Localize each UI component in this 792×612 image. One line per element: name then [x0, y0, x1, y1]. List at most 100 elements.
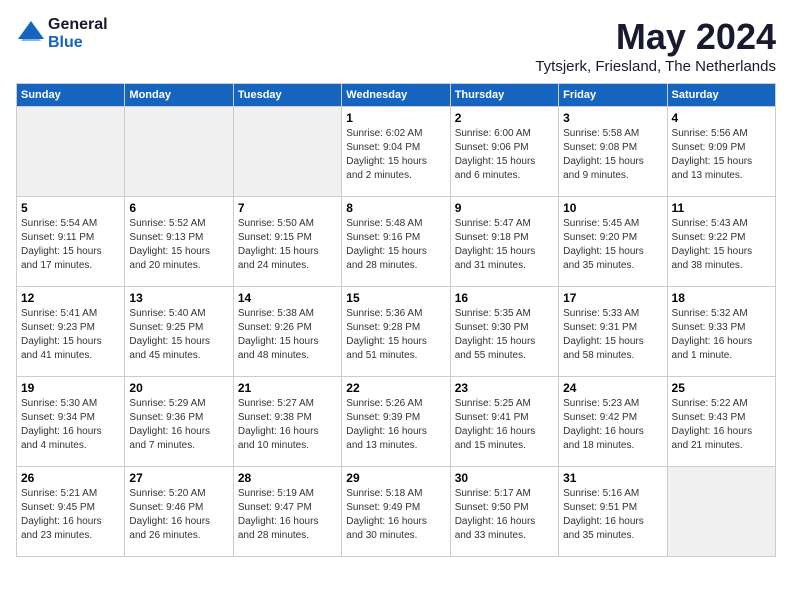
cell-info: Sunrise: 5:32 AMSunset: 9:33 PMDaylight:…	[672, 307, 771, 363]
calendar-cell: 12 Sunrise: 5:41 AMSunset: 9:23 PMDayligh…	[17, 287, 125, 377]
cell-info: Sunrise: 5:26 AMSunset: 9:39 PMDaylight:…	[346, 397, 445, 453]
week-row-1: 1 Sunrise: 6:02 AMSunset: 9:04 PMDaylight…	[17, 107, 776, 197]
day-number: 25	[672, 381, 771, 395]
col-friday: Friday	[559, 84, 667, 107]
day-number: 26	[21, 471, 120, 485]
calendar-cell: 3 Sunrise: 5:58 AMSunset: 9:08 PMDaylight…	[559, 107, 667, 197]
cell-info: Sunrise: 5:54 AMSunset: 9:11 PMDaylight:…	[21, 217, 120, 273]
calendar-cell: 9 Sunrise: 5:47 AMSunset: 9:18 PMDaylight…	[450, 197, 558, 287]
cell-info: Sunrise: 5:45 AMSunset: 9:20 PMDaylight:…	[563, 217, 662, 273]
day-number: 4	[672, 111, 771, 125]
cell-info: Sunrise: 5:43 AMSunset: 9:22 PMDaylight:…	[672, 217, 771, 273]
title-block: May 2024 Tytsjerk, Friesland, The Nether…	[535, 16, 776, 75]
cell-info: Sunrise: 5:35 AMSunset: 9:30 PMDaylight:…	[455, 307, 554, 363]
cell-info: Sunrise: 5:25 AMSunset: 9:41 PMDaylight:…	[455, 397, 554, 453]
calendar-cell: 23 Sunrise: 5:25 AMSunset: 9:41 PMDayligh…	[450, 377, 558, 467]
cell-info: Sunrise: 5:36 AMSunset: 9:28 PMDaylight:…	[346, 307, 445, 363]
calendar-cell: 1 Sunrise: 6:02 AMSunset: 9:04 PMDaylight…	[342, 107, 450, 197]
calendar-cell: 13 Sunrise: 5:40 AMSunset: 9:25 PMDayligh…	[125, 287, 233, 377]
calendar-cell: 7Sunrise: 5:50 AMSunset: 9:15 PMDaylight…	[233, 197, 341, 287]
calendar-cell: 15 Sunrise: 5:36 AMSunset: 9:28 PMDayligh…	[342, 287, 450, 377]
day-number: 3	[563, 111, 662, 125]
calendar-cell: 5Sunrise: 5:54 AMSunset: 9:11 PMDaylight…	[17, 197, 125, 287]
calendar-cell: 29Sunrise: 5:18 AMSunset: 9:49 PMDayligh…	[342, 467, 450, 557]
calendar-cell: 17 Sunrise: 5:33 AMSunset: 9:31 PMDayligh…	[559, 287, 667, 377]
day-number: 18	[672, 291, 771, 305]
calendar-cell: 16Sunrise: 5:35 AMSunset: 9:30 PMDayligh…	[450, 287, 558, 377]
day-number: 24	[563, 381, 662, 395]
calendar-cell: 8Sunrise: 5:48 AMSunset: 9:16 PMDaylight…	[342, 197, 450, 287]
calendar-cell: 19Sunrise: 5:30 AMSunset: 9:34 PMDayligh…	[17, 377, 125, 467]
week-row-4: 19Sunrise: 5:30 AMSunset: 9:34 PMDayligh…	[17, 377, 776, 467]
day-number: 21	[238, 381, 337, 395]
day-number: 19	[21, 381, 120, 395]
calendar-cell: 14 Sunrise: 5:38 AMSunset: 9:26 PMDayligh…	[233, 287, 341, 377]
cell-info: Sunrise: 5:23 AMSunset: 9:42 PMDaylight:…	[563, 397, 662, 453]
calendar-cell: 18 Sunrise: 5:32 AMSunset: 9:33 PMDayligh…	[667, 287, 775, 377]
cell-info: Sunrise: 5:27 AMSunset: 9:38 PMDaylight:…	[238, 397, 337, 453]
cell-info: Sunrise: 5:20 AMSunset: 9:46 PMDaylight:…	[129, 487, 228, 543]
cell-info: Sunrise: 5:50 AMSunset: 9:15 PMDaylight:…	[238, 217, 337, 273]
day-number: 27	[129, 471, 228, 485]
calendar-cell: 26 Sunrise: 5:21 AMSunset: 9:45 PMDayligh…	[17, 467, 125, 557]
col-monday: Monday	[125, 84, 233, 107]
calendar-cell: 2Sunrise: 6:00 AMSunset: 9:06 PMDaylight…	[450, 107, 558, 197]
day-number: 8	[346, 201, 445, 215]
day-number: 2	[455, 111, 554, 125]
cell-info: Sunrise: 5:29 AMSunset: 9:36 PMDaylight:…	[129, 397, 228, 453]
cell-info: Sunrise: 5:41 AMSunset: 9:23 PMDaylight:…	[21, 307, 120, 363]
week-row-5: 26 Sunrise: 5:21 AMSunset: 9:45 PMDayligh…	[17, 467, 776, 557]
calendar-cell: 6 Sunrise: 5:52 AMSunset: 9:13 PMDaylight…	[125, 197, 233, 287]
cell-info: Sunrise: 5:16 AMSunset: 9:51 PMDaylight:…	[563, 487, 662, 543]
calendar-cell: 25 Sunrise: 5:22 AMSunset: 9:43 PMDayligh…	[667, 377, 775, 467]
cell-info: Sunrise: 5:38 AMSunset: 9:26 PMDaylight:…	[238, 307, 337, 363]
calendar-header-row: Sunday Monday Tuesday Wednesday Thursday…	[17, 84, 776, 107]
calendar-cell: 22 Sunrise: 5:26 AMSunset: 9:39 PMDayligh…	[342, 377, 450, 467]
logo-blue: Blue	[48, 34, 108, 52]
day-number: 15	[346, 291, 445, 305]
day-number: 13	[129, 291, 228, 305]
logo-general: General	[48, 16, 108, 34]
logo-icon	[16, 19, 46, 49]
cell-info: Sunrise: 5:56 AMSunset: 9:09 PMDaylight:…	[672, 127, 771, 183]
day-number: 1	[346, 111, 445, 125]
day-number: 6	[129, 201, 228, 215]
calendar-cell: 28 Sunrise: 5:19 AMSunset: 9:47 PMDayligh…	[233, 467, 341, 557]
cell-info: Sunrise: 5:19 AMSunset: 9:47 PMDaylight:…	[238, 487, 337, 543]
cell-info: Sunrise: 5:22 AMSunset: 9:43 PMDaylight:…	[672, 397, 771, 453]
day-number: 10	[563, 201, 662, 215]
cell-info: Sunrise: 5:18 AMSunset: 9:49 PMDaylight:…	[346, 487, 445, 543]
cell-info: Sunrise: 5:47 AMSunset: 9:18 PMDaylight:…	[455, 217, 554, 273]
cell-info: Sunrise: 5:52 AMSunset: 9:13 PMDaylight:…	[129, 217, 228, 273]
cell-info: Sunrise: 5:33 AMSunset: 9:31 PMDaylight:…	[563, 307, 662, 363]
col-tuesday: Tuesday	[233, 84, 341, 107]
location-title: Tytsjerk, Friesland, The Netherlands	[535, 58, 776, 75]
day-number: 17	[563, 291, 662, 305]
col-sunday: Sunday	[17, 84, 125, 107]
cell-info: Sunrise: 5:21 AMSunset: 9:45 PMDaylight:…	[21, 487, 120, 543]
day-number: 9	[455, 201, 554, 215]
calendar-cell	[667, 467, 775, 557]
day-number: 28	[238, 471, 337, 485]
calendar-cell: 4 Sunrise: 5:56 AMSunset: 9:09 PMDaylight…	[667, 107, 775, 197]
cell-info: Sunrise: 5:17 AMSunset: 9:50 PMDaylight:…	[455, 487, 554, 543]
cell-info: Sunrise: 5:58 AMSunset: 9:08 PMDaylight:…	[563, 127, 662, 183]
calendar-cell	[233, 107, 341, 197]
day-number: 23	[455, 381, 554, 395]
week-row-2: 5Sunrise: 5:54 AMSunset: 9:11 PMDaylight…	[17, 197, 776, 287]
day-number: 31	[563, 471, 662, 485]
day-number: 30	[455, 471, 554, 485]
col-thursday: Thursday	[450, 84, 558, 107]
calendar-cell: 20 Sunrise: 5:29 AMSunset: 9:36 PMDayligh…	[125, 377, 233, 467]
cell-info: Sunrise: 6:02 AMSunset: 9:04 PMDaylight:…	[346, 127, 445, 183]
cell-info: Sunrise: 5:40 AMSunset: 9:25 PMDaylight:…	[129, 307, 228, 363]
calendar-cell: 30 Sunrise: 5:17 AMSunset: 9:50 PMDayligh…	[450, 467, 558, 557]
day-number: 12	[21, 291, 120, 305]
page-header: General Blue May 2024 Tytsjerk, Frieslan…	[16, 16, 776, 75]
day-number: 22	[346, 381, 445, 395]
week-row-3: 12 Sunrise: 5:41 AMSunset: 9:23 PMDayligh…	[17, 287, 776, 377]
month-title: May 2024	[535, 16, 776, 58]
calendar-cell: 27 Sunrise: 5:20 AMSunset: 9:46 PMDayligh…	[125, 467, 233, 557]
day-number: 20	[129, 381, 228, 395]
day-number: 14	[238, 291, 337, 305]
